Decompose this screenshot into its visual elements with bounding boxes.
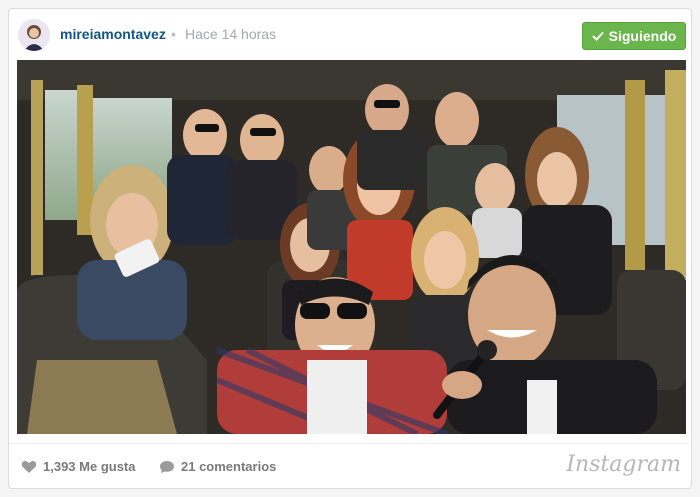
user-avatar[interactable] bbox=[18, 19, 50, 51]
likes-count[interactable]: 1,393 Me gusta bbox=[21, 459, 136, 474]
comment-icon bbox=[160, 460, 174, 473]
comments-label: 21 comentarios bbox=[181, 459, 277, 474]
post-timestamp[interactable]: Hace 14 horas bbox=[185, 26, 276, 42]
following-label: Siguiendo bbox=[608, 28, 677, 44]
likes-label: 1,393 Me gusta bbox=[43, 459, 136, 474]
separator-dot: • bbox=[171, 26, 176, 42]
instagram-logo[interactable]: Instagram bbox=[566, 452, 681, 477]
post-header: mireiamontavez • Hace 14 horas Siguiendo bbox=[9, 9, 691, 61]
following-button[interactable]: Siguiendo bbox=[582, 22, 686, 50]
instagram-post-card: mireiamontavez • Hace 14 horas Siguiendo bbox=[8, 8, 692, 489]
check-icon bbox=[591, 31, 604, 41]
post-footer: 1,393 Me gusta 21 comentarios Instagram bbox=[9, 443, 691, 489]
username-link[interactable]: mireiamontavez bbox=[60, 26, 166, 42]
post-photo[interactable] bbox=[17, 60, 686, 434]
bus-selfie-image bbox=[17, 60, 686, 434]
heart-icon bbox=[21, 460, 37, 473]
comments-count[interactable]: 21 comentarios bbox=[159, 459, 276, 474]
avatar-image bbox=[18, 19, 50, 51]
